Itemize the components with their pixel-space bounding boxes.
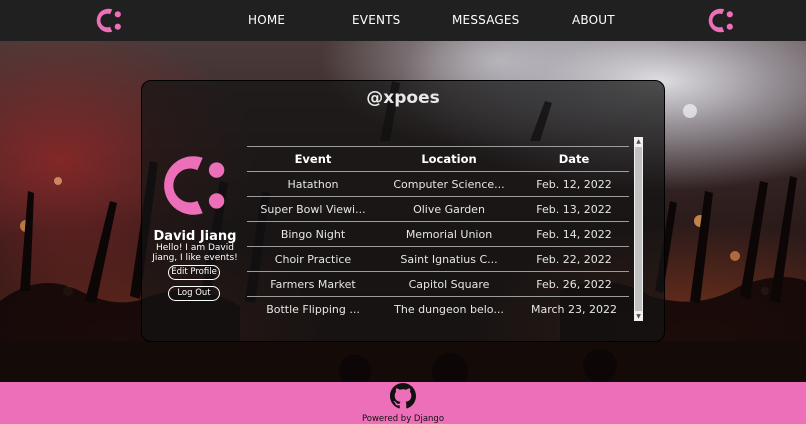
event-name-cell: Hatathon bbox=[247, 171, 379, 197]
scrollbar-thumb[interactable] bbox=[635, 147, 642, 311]
event-location-cell: Computer Science... bbox=[379, 171, 519, 197]
edit-profile-button[interactable]: Edit Profile bbox=[168, 265, 220, 280]
scroll-up-icon[interactable]: ▲ bbox=[634, 137, 643, 146]
profile-handle: @xpoes bbox=[366, 88, 440, 108]
table-row[interactable]: Choir Practice Saint Ignatius C... Feb. … bbox=[247, 246, 629, 272]
table-row[interactable]: Bottle Flipping ... The dungeon belo... … bbox=[247, 296, 629, 321]
event-date-cell: Feb. 13, 2022 bbox=[519, 196, 629, 222]
event-date-cell: Feb. 14, 2022 bbox=[519, 221, 629, 247]
powered-by-text: Powered by Django bbox=[361, 414, 445, 424]
event-date-cell: March 23, 2022 bbox=[519, 296, 629, 321]
column-header-location: Location bbox=[379, 146, 519, 172]
user-bio: Hello! I am David Jiang, I like events! bbox=[152, 243, 238, 263]
brand-c-icon[interactable] bbox=[93, 5, 124, 36]
event-name-cell: Super Bowl Viewi... bbox=[247, 196, 379, 222]
column-header-date: Date bbox=[519, 146, 629, 172]
brand-c-icon bbox=[155, 147, 232, 224]
event-name-cell: Farmers Market bbox=[247, 271, 379, 297]
table-scrollbar[interactable]: ▲ ▼ bbox=[634, 137, 643, 321]
events-table: Event Location Date Hatathon Computer Sc… bbox=[247, 146, 629, 321]
table-row[interactable]: Farmers Market Capitol Square Feb. 26, 2… bbox=[247, 271, 629, 297]
event-location-cell: Capitol Square bbox=[379, 271, 519, 297]
event-name-cell: Choir Practice bbox=[247, 246, 379, 272]
user-name: David Jiang bbox=[153, 229, 237, 244]
navbar: HOME EVENTS MESSAGES ABOUT bbox=[0, 0, 806, 41]
event-location-cell: Olive Garden bbox=[379, 196, 519, 222]
table-row[interactable]: Hatathon Computer Science... Feb. 12, 20… bbox=[247, 171, 629, 197]
brand-c-icon[interactable] bbox=[705, 5, 736, 36]
column-header-event: Event bbox=[247, 146, 379, 172]
table-row[interactable]: Super Bowl Viewi... Olive Garden Feb. 13… bbox=[247, 196, 629, 222]
table-row[interactable]: Bingo Night Memorial Union Feb. 14, 2022 bbox=[247, 221, 629, 247]
nav-about-link[interactable]: ABOUT bbox=[572, 13, 615, 27]
github-icon[interactable] bbox=[390, 383, 416, 409]
event-location-cell: Saint Ignatius C... bbox=[379, 246, 519, 272]
events-table-container[interactable]: Event Location Date Hatathon Computer Sc… bbox=[247, 146, 629, 321]
logout-button[interactable]: Log Out bbox=[168, 286, 220, 301]
nav-messages-link[interactable]: MESSAGES bbox=[452, 13, 520, 27]
nav-events-link[interactable]: EVENTS bbox=[352, 13, 401, 27]
event-name-cell: Bottle Flipping ... bbox=[247, 296, 379, 321]
event-name-cell: Bingo Night bbox=[247, 221, 379, 247]
table-header-row: Event Location Date bbox=[247, 146, 629, 172]
event-date-cell: Feb. 22, 2022 bbox=[519, 246, 629, 272]
event-date-cell: Feb. 26, 2022 bbox=[519, 271, 629, 297]
event-location-cell: The dungeon belo... bbox=[379, 296, 519, 321]
event-location-cell: Memorial Union bbox=[379, 221, 519, 247]
scroll-down-icon[interactable]: ▼ bbox=[634, 312, 643, 321]
nav-home-link[interactable]: HOME bbox=[248, 13, 285, 27]
event-date-cell: Feb. 12, 2022 bbox=[519, 171, 629, 197]
